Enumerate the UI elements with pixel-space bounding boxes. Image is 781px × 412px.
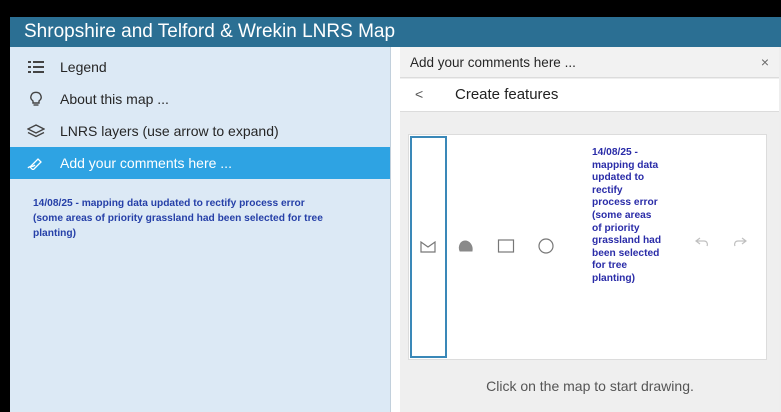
redo-icon[interactable] — [733, 237, 747, 252]
app-title-bar: Shropshire and Telford & Wrekin LNRS Map — [10, 17, 781, 47]
create-features-title: Create features — [455, 86, 559, 103]
layers-icon — [26, 121, 46, 141]
title-bar-edge — [772, 17, 781, 47]
sidebar: Legend About this map ... LNRS layers (u… — [10, 47, 391, 412]
tool-notice-text: 14/08/25 - mapping data updated to recti… — [592, 147, 662, 284]
drawing-tools-card: 14/08/25 - mapping data updated to recti… — [408, 134, 767, 360]
circle-draw-icon[interactable] — [537, 237, 555, 255]
sidebar-item-label: About this map ... — [60, 91, 169, 107]
update-notice: 14/08/25 - mapping data updated to recti… — [33, 198, 323, 239]
freehand-polygon-icon[interactable] — [457, 237, 475, 255]
panel-subheader: < Create features — [400, 79, 779, 112]
sidebar-item-about[interactable]: About this map ... — [10, 83, 390, 115]
app-window: Shropshire and Telford & Wrekin LNRS Map… — [10, 17, 781, 412]
legend-list-icon — [26, 57, 46, 77]
back-arrow-icon[interactable]: < — [415, 86, 423, 102]
lightbulb-icon — [26, 89, 46, 109]
panel-header: Add your comments here ... × — [400, 47, 779, 78]
app-title: Shropshire and Telford & Wrekin LNRS Map — [24, 21, 396, 42]
comments-panel: Add your comments here ... × < Create fe… — [400, 47, 779, 412]
edit-comment-icon — [26, 153, 46, 173]
sidebar-item-label: Legend — [60, 59, 107, 75]
undo-icon[interactable] — [695, 237, 709, 252]
sidebar-item-legend[interactable]: Legend — [10, 51, 390, 83]
panel-title: Add your comments here ... — [410, 55, 576, 70]
sidebar-item-label: LNRS layers (use arrow to expand) — [60, 123, 279, 139]
close-icon[interactable]: × — [761, 47, 769, 78]
sidebar-item-lnrs-layers[interactable]: LNRS layers (use arrow to expand) — [10, 115, 390, 147]
drawing-hint: Click on the map to start drawing. — [486, 378, 694, 394]
polyline-draw-icon[interactable] — [419, 237, 437, 255]
rectangle-draw-icon[interactable] — [497, 237, 515, 255]
sidebar-item-add-comments[interactable]: Add your comments here ... — [10, 147, 390, 179]
sidebar-item-label: Add your comments here ... — [60, 155, 232, 171]
